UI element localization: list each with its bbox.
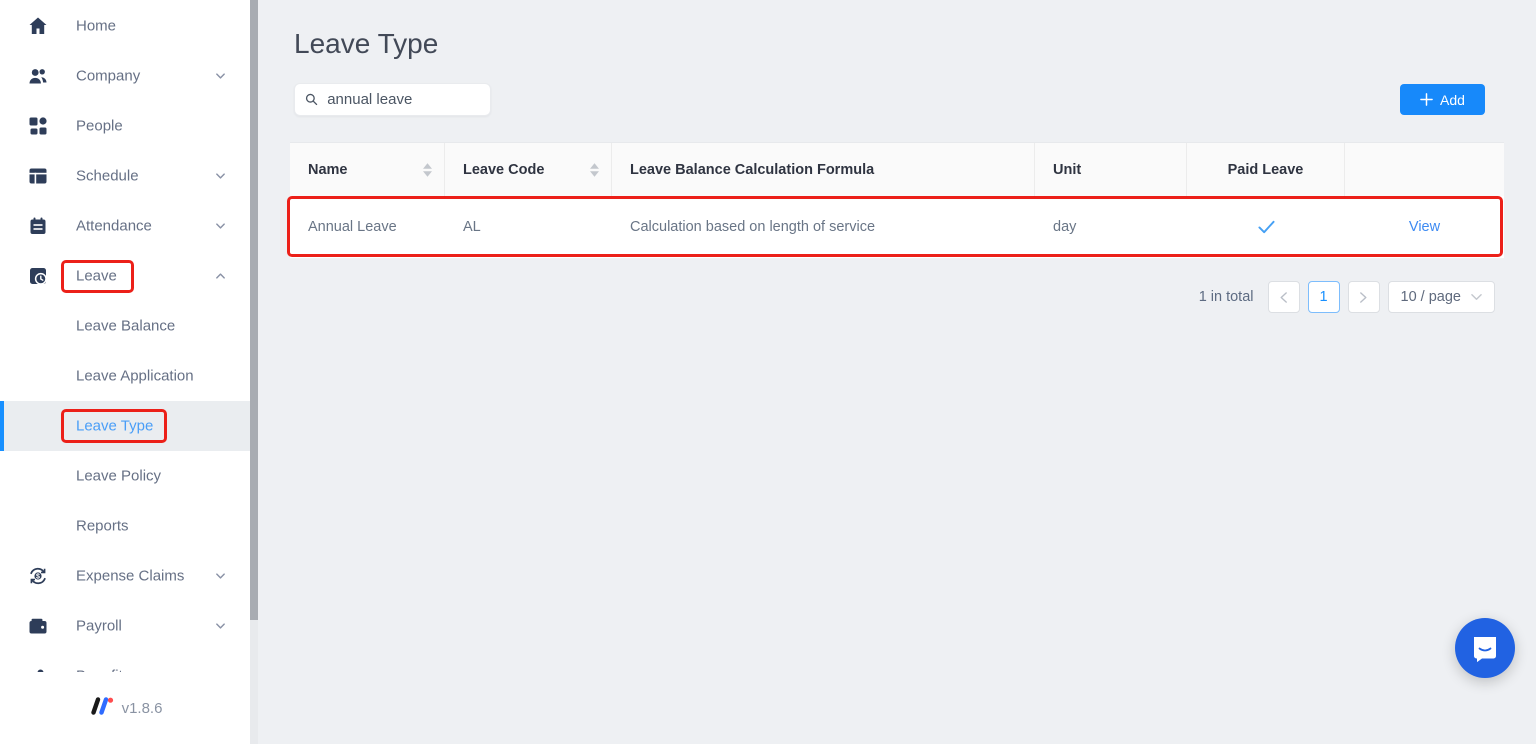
sidebar-item-label: Company [76, 68, 140, 85]
column-label: Name [308, 162, 348, 178]
payroll-wallet-icon [28, 616, 48, 636]
page-size-select[interactable]: 10 / page [1388, 281, 1495, 313]
plus-icon [1420, 93, 1433, 106]
sidebar-menu: Home Company People Schedule [0, 1, 250, 701]
company-icon [28, 66, 48, 86]
table-row[interactable]: Annual Leave AL Calculation based on len… [290, 196, 1504, 259]
sidebar-item-attendance[interactable]: Attendance [0, 201, 250, 251]
sidebar-item-label: Leave Type [76, 418, 153, 435]
sidebar-item-label: Leave Balance [76, 318, 175, 335]
view-link[interactable]: View [1409, 219, 1440, 235]
chevron-down-icon [215, 571, 226, 582]
sidebar-item-company[interactable]: Company [0, 51, 250, 101]
chevron-down-icon [1471, 293, 1482, 301]
cell-formula: Calculation based on length of service [612, 196, 1035, 258]
pagination-total: 1 in total [1199, 289, 1254, 305]
column-header-unit: Unit [1035, 143, 1187, 196]
cell-unit: day [1035, 196, 1187, 258]
column-label: Paid Leave [1228, 162, 1304, 178]
chevron-up-icon [215, 271, 226, 282]
column-label: Leave Balance Calculation Formula [630, 162, 874, 178]
svg-text:$: $ [36, 574, 40, 581]
sidebar-item-label: Leave Application [76, 368, 194, 385]
add-button[interactable]: Add [1400, 84, 1485, 115]
cell-leave-code: AL [445, 196, 612, 258]
sidebar-scrollbar-thumb[interactable] [250, 0, 258, 620]
sort-icon[interactable] [590, 163, 599, 177]
chevron-right-icon [1359, 292, 1368, 303]
chevron-down-icon [215, 621, 226, 632]
chevron-down-icon [215, 221, 226, 232]
cell-paid-leave [1187, 196, 1345, 258]
sidebar-item-label: Home [76, 18, 116, 35]
sidebar-item-label: Reports [76, 518, 129, 535]
sidebar-item-people[interactable]: People [0, 101, 250, 151]
sidebar-scrollbar-track[interactable] [250, 0, 258, 744]
chevron-down-icon [215, 171, 226, 182]
chevron-left-icon [1279, 292, 1288, 303]
check-icon [1258, 220, 1275, 234]
sidebar-item-label: Schedule [76, 168, 139, 185]
page-size-value: 10 / page [1401, 289, 1461, 305]
sidebar-item-leave[interactable]: Leave [0, 251, 250, 301]
sort-icon[interactable] [423, 163, 432, 177]
sidebar-item-label: People [76, 118, 123, 135]
chat-launcher-button[interactable] [1455, 618, 1515, 678]
expense-claims-icon: $ [28, 566, 48, 586]
column-header-name[interactable]: Name [290, 143, 445, 196]
search-box [294, 83, 491, 116]
sidebar-item-label: Expense Claims [76, 568, 184, 585]
sidebar: Home Company People Schedule [0, 0, 258, 744]
pagination-next-button[interactable] [1348, 281, 1380, 313]
cell-actions: View [1345, 196, 1504, 258]
cell-name: Annual Leave [290, 196, 445, 258]
sidebar-item-leave-application[interactable]: Leave Application [0, 351, 250, 401]
column-header-formula: Leave Balance Calculation Formula [612, 143, 1035, 196]
column-label: Leave Code [463, 162, 544, 178]
people-icon [28, 116, 48, 136]
pagination: 1 in total 1 10 / page [1199, 281, 1495, 313]
column-label: Unit [1053, 162, 1081, 178]
attendance-icon [28, 216, 48, 236]
schedule-icon [28, 166, 48, 186]
sidebar-item-leave-type[interactable]: Leave Type [0, 401, 250, 451]
home-icon [28, 16, 48, 36]
sidebar-item-reports[interactable]: Reports [0, 501, 250, 551]
pagination-prev-button[interactable] [1268, 281, 1300, 313]
sidebar-item-leave-balance[interactable]: Leave Balance [0, 301, 250, 351]
sidebar-item-label: Attendance [76, 218, 152, 235]
column-header-paid-leave: Paid Leave [1187, 143, 1345, 196]
page-title: Leave Type [294, 28, 438, 60]
sidebar-item-payroll[interactable]: Payroll [0, 601, 250, 651]
leave-type-table: Name Leave Code Leave Balance Calculatio… [290, 142, 1504, 259]
app-logo [88, 697, 114, 720]
leave-clock-icon [28, 266, 48, 286]
sidebar-item-home[interactable]: Home [0, 1, 250, 51]
add-button-label: Add [1440, 92, 1465, 108]
sidebar-footer: v1.8.6 [0, 672, 250, 744]
column-header-leave-code[interactable]: Leave Code [445, 143, 612, 196]
sidebar-item-label: Payroll [76, 618, 122, 635]
search-input[interactable] [325, 90, 480, 109]
sidebar-item-label: Leave [76, 268, 117, 285]
sidebar-item-schedule[interactable]: Schedule [0, 151, 250, 201]
chevron-down-icon [215, 71, 226, 82]
sidebar-item-expense-claims[interactable]: $ Expense Claims [0, 551, 250, 601]
search-icon [305, 92, 318, 107]
table-header-row: Name Leave Code Leave Balance Calculatio… [290, 143, 1504, 196]
app-version: v1.8.6 [122, 700, 163, 717]
chat-bubble-icon [1470, 633, 1500, 663]
sidebar-item-leave-policy[interactable]: Leave Policy [0, 451, 250, 501]
sidebar-item-label: Leave Policy [76, 468, 161, 485]
pagination-page-1[interactable]: 1 [1308, 281, 1340, 313]
column-header-actions [1345, 143, 1504, 196]
main-content: Leave Type Add Name Leave Code [258, 0, 1536, 744]
